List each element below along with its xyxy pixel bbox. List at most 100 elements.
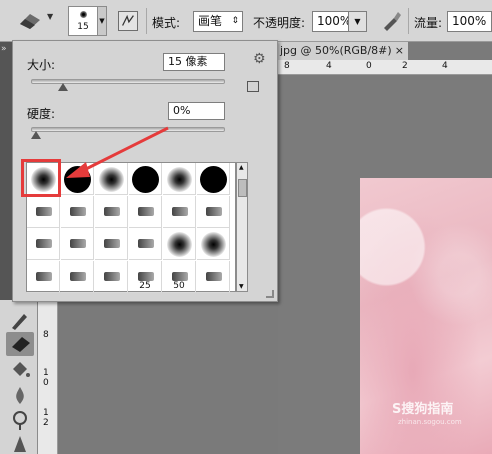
brush-preset[interactable]: [27, 260, 60, 293]
hard-brush-icon: [64, 166, 91, 193]
airbrush-icon[interactable]: [380, 10, 402, 32]
brush-preset[interactable]: [61, 228, 94, 260]
brush-preset[interactable]: 25: [129, 260, 162, 293]
brush-preset[interactable]: [129, 163, 162, 195]
tip-brush-icon: [104, 206, 120, 216]
brush-preset-picker[interactable]: 15: [68, 6, 98, 36]
brush-preset[interactable]: [163, 228, 196, 260]
eraser-icon[interactable]: [6, 332, 34, 356]
scroll-thumb[interactable]: [238, 179, 247, 197]
brush-tip-icon: [80, 11, 87, 18]
brush-size-label: 25: [139, 280, 151, 291]
brush-picker-arrow-icon[interactable]: ▼: [97, 6, 107, 36]
document-tab[interactable]: jpg @ 50%(RGB/8#) ×: [278, 42, 408, 60]
hard-brush-icon: [200, 166, 227, 193]
hardness-slider-thumb[interactable]: [31, 131, 41, 139]
tip-brush-icon: [104, 239, 120, 248]
tip-brush-icon: [36, 271, 52, 281]
brush-preset[interactable]: [61, 260, 94, 293]
brush-preset[interactable]: [163, 195, 196, 228]
hard-brush-icon: [132, 166, 159, 193]
resize-handle[interactable]: [266, 290, 274, 298]
ruler-label: 2: [402, 61, 408, 71]
flow-value: 100%: [452, 14, 487, 28]
tip-brush-icon: [206, 206, 222, 216]
brush-preset[interactable]: [197, 163, 230, 195]
tip-brush-icon: [172, 271, 188, 281]
brush-preset[interactable]: [95, 260, 128, 293]
soft-brush-icon: [167, 232, 192, 257]
options-bar: ▼ 15 ▼ 模式: 画笔 ⇕ 不透明度: 100% ▼ 流量: 100%: [0, 0, 492, 42]
mode-value: 画笔: [198, 14, 223, 28]
brush-preset[interactable]: [129, 195, 162, 228]
opacity-dropdown-icon[interactable]: ▼: [348, 11, 367, 32]
ruler-label: 1 2: [43, 408, 49, 428]
brush-preset[interactable]: [197, 195, 230, 228]
tools-panel: [0, 300, 38, 454]
brush-preset[interactable]: [61, 195, 94, 228]
soft-brush-icon: [167, 167, 192, 192]
hardness-slider[interactable]: [31, 127, 225, 132]
scroll-up-icon[interactable]: ▲: [239, 164, 244, 171]
toggle-brush-panel-icon[interactable]: [118, 11, 138, 31]
hardness-input[interactable]: 0%: [168, 102, 225, 120]
brush-preset[interactable]: [197, 228, 230, 260]
document-title: jpg @ 50%(RGB/8#): [280, 44, 392, 57]
brush-preset[interactable]: [27, 195, 60, 228]
flow-input[interactable]: 100%: [447, 11, 492, 32]
new-preset-icon[interactable]: [247, 81, 259, 92]
brush-preset[interactable]: [95, 163, 128, 195]
tool-preset-arrow-icon[interactable]: ▼: [47, 12, 53, 21]
soft-brush-icon: [99, 167, 124, 192]
brush-preset[interactable]: [61, 163, 94, 195]
brush-preset[interactable]: [95, 195, 128, 228]
mode-label: 模式:: [152, 16, 181, 30]
size-slider-thumb[interactable]: [57, 83, 68, 91]
tip-brush-icon: [36, 206, 52, 216]
gear-icon[interactable]: ⚙: [253, 51, 266, 67]
watermark-url: zhinan.sogou.com: [398, 418, 462, 426]
ruler-label: 8: [43, 330, 49, 340]
brush-preset[interactable]: [163, 163, 196, 195]
tip-brush-icon: [70, 271, 86, 281]
ruler-label: 0: [366, 61, 372, 71]
tip-brush-icon: [206, 271, 222, 281]
brush-preset[interactable]: [27, 228, 60, 260]
paint-bucket-icon[interactable]: [6, 358, 34, 382]
pen-icon[interactable]: [6, 432, 34, 454]
horizontal-ruler: 8 4 0 2 4: [278, 60, 492, 75]
tip-brush-icon: [36, 239, 52, 248]
mode-select[interactable]: 画笔 ⇕: [193, 11, 243, 32]
preset-scrollbar[interactable]: ▲ ▼: [236, 162, 248, 292]
brush-preset[interactable]: [129, 228, 162, 260]
selected-brush-highlight: [21, 159, 61, 197]
close-icon[interactable]: ×: [395, 42, 404, 60]
double-chevron-icon[interactable]: »: [1, 44, 7, 54]
watermark-text: S搜狗指南: [392, 402, 454, 417]
tip-brush-icon: [172, 206, 188, 216]
blur-icon[interactable]: [6, 384, 34, 408]
eraser-tool-icon[interactable]: [16, 12, 42, 30]
dodge-icon[interactable]: [6, 408, 34, 432]
brush-preset[interactable]: [197, 260, 230, 293]
soft-brush-icon: [201, 232, 226, 257]
ruler-label: 4: [326, 61, 332, 71]
brush-preset[interactable]: 50: [163, 260, 196, 293]
tip-brush-icon: [70, 206, 86, 216]
ruler-label: 8: [284, 61, 290, 71]
size-label: 大小:: [27, 58, 56, 72]
tip-brush-icon: [70, 239, 86, 248]
brush-preset[interactable]: [95, 228, 128, 260]
divider: [146, 8, 147, 34]
ruler-label: 4: [442, 61, 448, 71]
tip-brush-icon: [138, 239, 154, 248]
tip-brush-icon: [138, 271, 154, 281]
opacity-label: 不透明度:: [253, 16, 306, 30]
scroll-down-icon[interactable]: ▼: [239, 283, 244, 290]
size-input[interactable]: 15 像素: [163, 53, 225, 71]
history-brush-icon[interactable]: [6, 308, 34, 332]
brush-size-label: 15: [77, 22, 89, 32]
vertical-ruler: 8 1 0 1 2: [38, 300, 58, 454]
divider: [408, 8, 409, 34]
tip-brush-icon: [138, 206, 154, 216]
